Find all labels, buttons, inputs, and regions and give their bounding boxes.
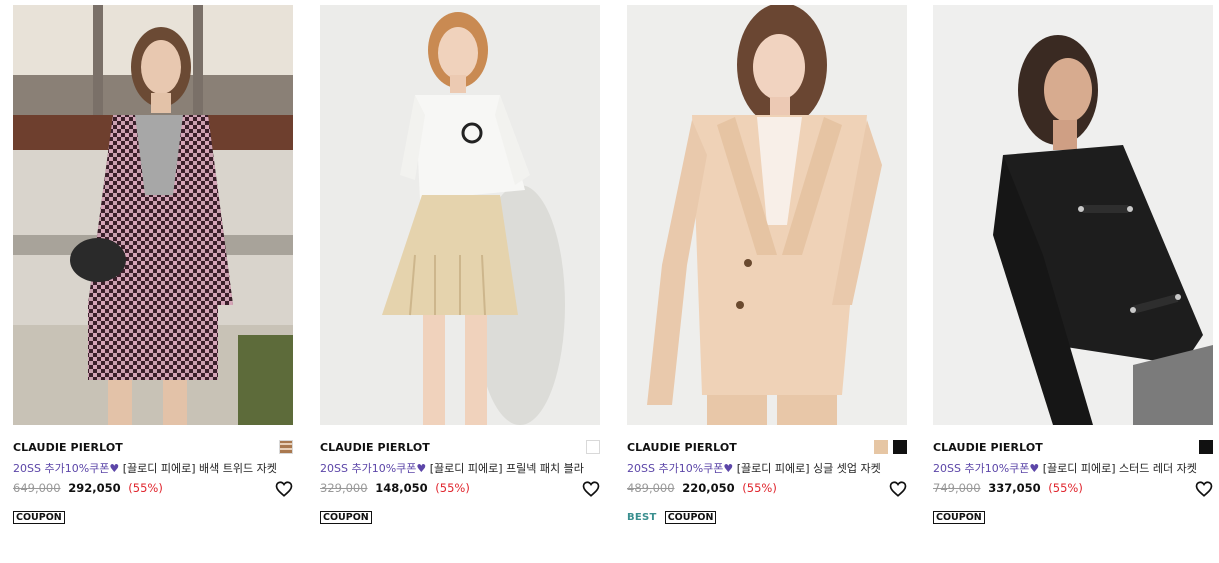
heart-outline-icon[interactable] <box>582 480 600 498</box>
color-swatch[interactable] <box>1199 440 1213 454</box>
original-price: 489,000 <box>627 481 675 495</box>
discount-rate: (55%) <box>435 481 470 495</box>
color-swatch[interactable] <box>874 440 888 454</box>
product-name: [끌로디 피에로] 스터드 레더 자켓 <box>1042 462 1197 475</box>
coupon-badge: COUPON <box>13 510 65 524</box>
product-name: [끌로디 피에로] 배색 트위드 자켓 <box>122 462 277 475</box>
color-swatches <box>279 440 293 454</box>
promo-label: 20SS 추가10%쿠폰 <box>933 462 1030 475</box>
color-swatches <box>586 440 600 454</box>
product-card[interactable]: CLAUDIE PIERLOT 20SS 추가10%쿠폰♥ [끌로디 피에로] … <box>320 5 600 524</box>
product-title[interactable]: 20SS 추가10%쿠폰♥ [끌로디 피에로] 싱글 셋업 자켓 <box>627 460 907 476</box>
product-title[interactable]: 20SS 추가10%쿠폰♥ [끌로디 피에로] 프릴넥 패치 블라 <box>320 460 600 476</box>
product-title[interactable]: 20SS 추가10%쿠폰♥ [끌로디 피에로] 스터드 레더 자켓 <box>933 460 1213 476</box>
promo-label: 20SS 추가10%쿠폰 <box>13 462 110 475</box>
color-swatches <box>1199 440 1213 454</box>
sale-price: 220,050 <box>682 481 735 495</box>
badges: COUPON <box>320 510 372 524</box>
product-image[interactable] <box>13 5 293 425</box>
original-price: 649,000 <box>13 481 61 495</box>
product-name: [끌로디 피에로] 싱글 셋업 자켓 <box>736 462 881 475</box>
discount-rate: (55%) <box>128 481 163 495</box>
color-swatch[interactable] <box>586 440 600 454</box>
price-row: 489,000 220,050 (55%) <box>627 481 907 501</box>
color-swatches <box>874 440 907 454</box>
original-price: 749,000 <box>933 481 981 495</box>
heart-outline-icon[interactable] <box>275 480 293 498</box>
purple-heart-icon: ♥ <box>416 462 427 475</box>
sale-price: 292,050 <box>68 481 121 495</box>
purple-heart-icon: ♥ <box>109 462 120 475</box>
heart-outline-icon[interactable] <box>889 480 907 498</box>
badges: COUPON <box>13 510 65 524</box>
coupon-badge: COUPON <box>320 510 372 524</box>
product-image[interactable] <box>320 5 600 425</box>
brand-name[interactable]: CLAUDIE PIERLOT <box>13 441 123 454</box>
promo-label: 20SS 추가10%쿠폰 <box>627 462 724 475</box>
price-row: 329,000 148,050 (55%) <box>320 481 600 501</box>
product-title[interactable]: 20SS 추가10%쿠폰♥ [끌로디 피에로] 배색 트위드 자켓 <box>13 460 293 476</box>
promo-label: 20SS 추가10%쿠폰 <box>320 462 417 475</box>
price-row: 649,000 292,050 (55%) <box>13 481 293 501</box>
badges: COUPON <box>933 510 985 524</box>
product-image[interactable] <box>627 5 907 425</box>
badges: BEST COUPON <box>627 510 717 524</box>
sale-price: 148,050 <box>375 481 428 495</box>
heart-outline-icon[interactable] <box>1195 480 1213 498</box>
product-grid: CLAUDIE PIERLOT 20SS 추가10%쿠폰♥ [끌로디 피에로] … <box>0 0 1219 563</box>
price-row: 749,000 337,050 (55%) <box>933 481 1213 501</box>
product-card[interactable]: CLAUDIE PIERLOT 20SS 추가10%쿠폰♥ [끌로디 피에로] … <box>933 5 1213 524</box>
coupon-badge: COUPON <box>933 510 985 524</box>
product-name: [끌로디 피에로] 프릴넥 패치 블라 <box>429 462 584 475</box>
brand-name[interactable]: CLAUDIE PIERLOT <box>627 441 737 454</box>
product-card[interactable]: CLAUDIE PIERLOT 20SS 추가10%쿠폰♥ [끌로디 피에로] … <box>627 5 907 524</box>
discount-rate: (55%) <box>742 481 777 495</box>
sale-price: 337,050 <box>988 481 1041 495</box>
product-card[interactable]: CLAUDIE PIERLOT 20SS 추가10%쿠폰♥ [끌로디 피에로] … <box>13 5 293 524</box>
brand-name[interactable]: CLAUDIE PIERLOT <box>933 441 1043 454</box>
coupon-badge: COUPON <box>664 510 717 524</box>
brand-name[interactable]: CLAUDIE PIERLOT <box>320 441 430 454</box>
discount-rate: (55%) <box>1048 481 1083 495</box>
original-price: 329,000 <box>320 481 368 495</box>
product-image[interactable] <box>933 5 1213 425</box>
best-badge: BEST <box>627 511 657 523</box>
color-swatch[interactable] <box>893 440 907 454</box>
purple-heart-icon: ♥ <box>1029 462 1040 475</box>
color-swatch[interactable] <box>279 440 293 454</box>
purple-heart-icon: ♥ <box>723 462 734 475</box>
